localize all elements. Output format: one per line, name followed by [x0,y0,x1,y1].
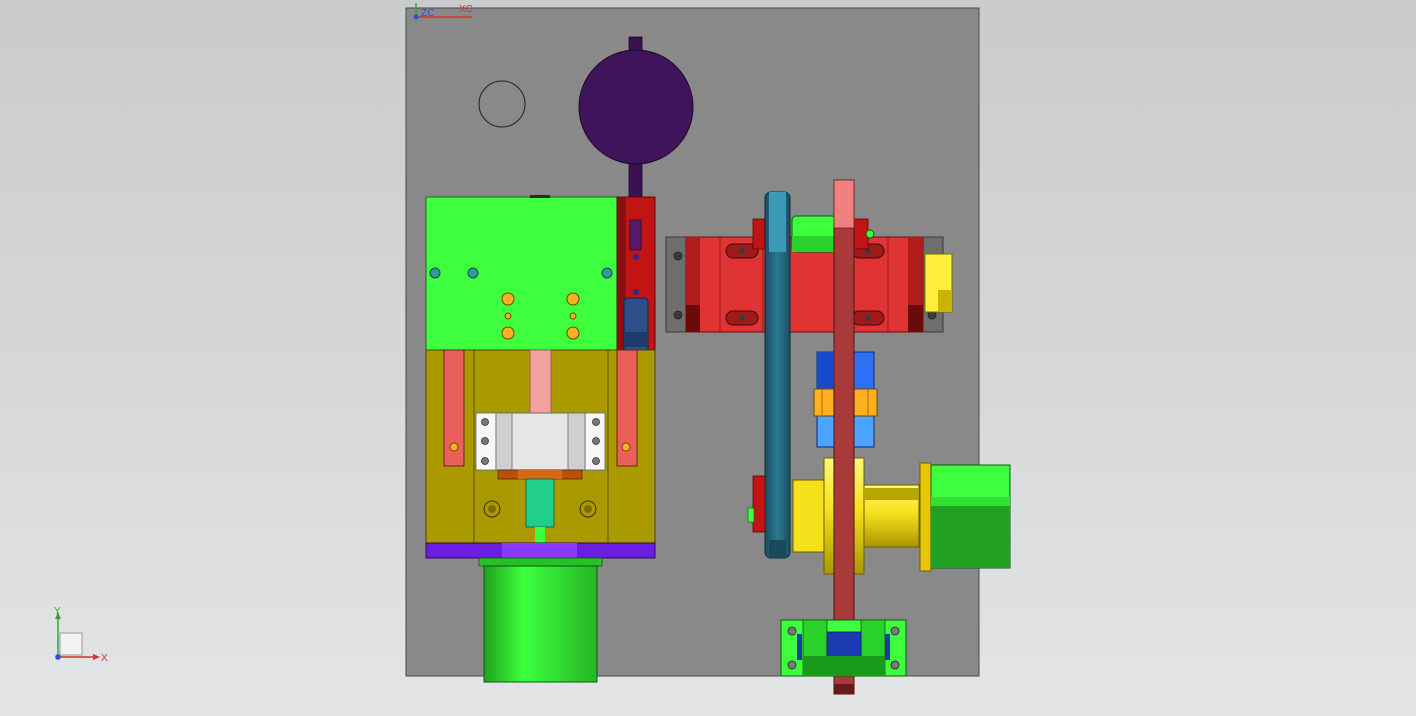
teal-timing-belt[interactable] [764,191,791,559]
green-bearing-bracket[interactable] [780,619,907,677]
triad-y-label: Y [54,606,61,617]
coordinate-triad-icon: Y X [54,606,108,664]
salmon-connecting-link[interactable] [833,179,855,695]
triad-x-label: X [101,653,108,664]
olive-housing[interactable] [425,349,656,544]
stepper-motor[interactable] [930,464,1011,569]
yellow-end-stop[interactable] [924,253,953,313]
wcs-zc-label: ZC [421,8,434,19]
wcs-xc-label: XC [459,4,473,15]
cad-viewport[interactable]: ZC XC Y X [0,0,1416,716]
green-boss-cylinder[interactable] [478,557,603,683]
violet-base-bar-center [502,543,577,558]
left-green-block[interactable] [425,195,618,351]
